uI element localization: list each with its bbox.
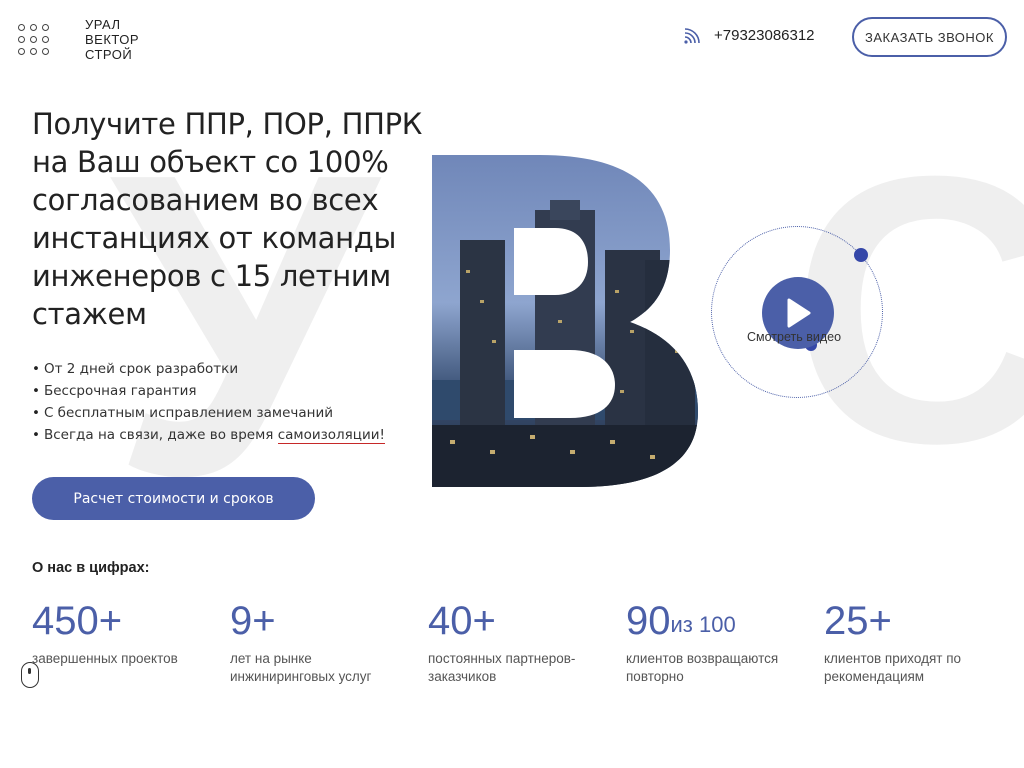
stat-label: лет на рынке инжиниринговых услуг: [230, 651, 372, 684]
benefit-highlight: самоизоляции!: [277, 427, 385, 444]
stat-value: 450+: [32, 598, 222, 644]
stat-label: завершенных проектов: [32, 651, 178, 666]
stat-item: 90из 100 клиентов возвращаются повторно: [626, 598, 816, 686]
stat-value: 9+: [230, 598, 420, 644]
order-call-button[interactable]: ЗАКАЗАТЬ ЗВОНОК: [852, 17, 1007, 57]
about-title: О нас в цифрах:: [32, 560, 150, 576]
logo-line: ВЕКТОР: [85, 32, 140, 47]
hero-building-image: [432, 155, 698, 487]
stat-value: 25+: [824, 598, 1014, 644]
benefit-item: Всегда на связи, даже во время самоизоля…: [32, 424, 385, 446]
watch-video-label[interactable]: Смотреть видео: [747, 330, 841, 344]
stat-value: 90из 100: [626, 598, 816, 644]
benefit-text: Всегда на связи, даже во время: [43, 427, 278, 443]
benefits-list: От 2 дней срок разработки Бессрочная гар…: [32, 358, 385, 446]
scroll-down-icon[interactable]: [21, 662, 39, 688]
stat-number: 40+: [428, 599, 496, 643]
stat-number: 90: [626, 599, 671, 643]
phone-signal-icon: [684, 28, 700, 44]
stat-number: 25+: [824, 599, 892, 643]
phone-number-link[interactable]: +79323086312: [714, 27, 815, 44]
benefit-item: От 2 дней срок разработки: [32, 358, 385, 380]
benefit-item: Бессрочная гарантия: [32, 380, 385, 402]
benefit-item: С бесплатным исправлением замечаний: [32, 402, 385, 424]
stat-value: 40+: [428, 598, 618, 644]
calculate-cost-button[interactable]: Расчет стоимости и сроков: [32, 477, 315, 520]
play-icon: [787, 298, 811, 328]
stat-label: клиентов возвращаются повторно: [626, 651, 779, 684]
orbit-dot: [854, 248, 868, 262]
stat-label: постоянных партнеров-заказчиков: [428, 651, 576, 684]
logo-dots-icon[interactable]: [18, 24, 50, 56]
site-header: УРАЛ ВЕКТОР СТРОЙ +79323086312 ЗАКАЗАТЬ …: [0, 0, 1024, 80]
stat-item: 25+ клиентов приходят по рекомендациям: [824, 598, 1014, 686]
stat-item: 40+ постоянных партнеров-заказчиков: [428, 598, 618, 686]
logo-line: СТРОЙ: [85, 47, 133, 62]
stat-label: клиентов приходят по рекомендациям: [824, 651, 962, 684]
stat-suffix: из 100: [670, 612, 736, 637]
stat-number: 9+: [230, 599, 276, 643]
stat-item: 450+ завершенных проектов: [32, 598, 222, 668]
stat-item: 9+ лет на рынке инжиниринговых услуг: [230, 598, 420, 686]
logo-text[interactable]: УРАЛ ВЕКТОР СТРОЙ: [85, 17, 139, 62]
logo-line: УРАЛ: [85, 17, 121, 32]
stat-number: 450+: [32, 599, 123, 643]
hero-headline: Получите ППР, ПОР, ППРК на Ваш объект со…: [32, 107, 423, 331]
